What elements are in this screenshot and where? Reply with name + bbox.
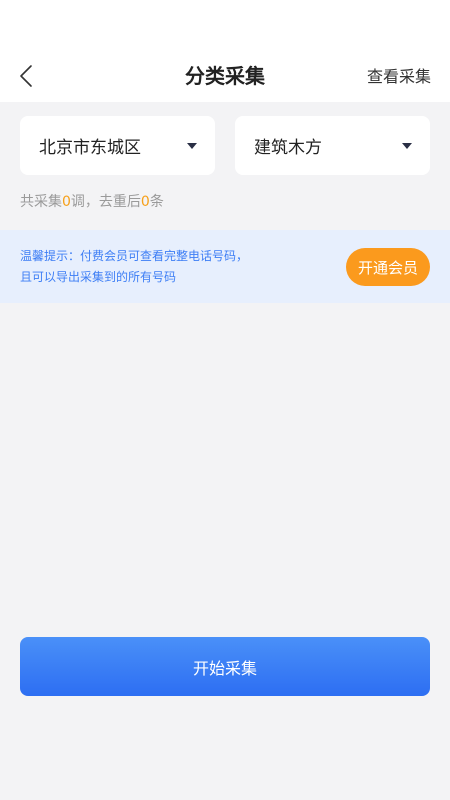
region-select-value: 北京市东城区	[39, 138, 141, 158]
caret-down-icon	[402, 142, 412, 149]
header-bar: 分类采集 查看采集	[0, 0, 450, 102]
dedup-count: 0	[140, 194, 150, 210]
region-select[interactable]: 北京市东城区	[20, 116, 215, 175]
summary-middle: 调，去重后	[70, 194, 141, 210]
summary-prefix: 共采集	[20, 194, 62, 210]
category-select[interactable]: 建筑木方	[235, 116, 430, 175]
summary-suffix: 条	[149, 194, 164, 210]
start-collection-button[interactable]: 开始采集	[20, 637, 430, 696]
open-membership-button[interactable]: 开通会员	[346, 248, 430, 286]
membership-tip-banner: 温馨提示：付费会员可查看完整电话号码， 且可以导出采集到的所有号码 开通会员	[0, 230, 450, 303]
tip-line-2: 且可以导出采集到的所有号码	[20, 270, 177, 284]
collected-count: 0	[62, 194, 71, 210]
caret-down-icon	[187, 142, 197, 149]
tip-text: 温馨提示：付费会员可查看完整电话号码， 且可以导出采集到的所有号码	[20, 246, 248, 288]
view-collection-link[interactable]: 查看采集	[367, 66, 431, 88]
collection-summary: 共采集0调，去重后0条	[20, 192, 164, 212]
tip-line-1: 温馨提示：付费会员可查看完整电话号码，	[20, 249, 249, 263]
category-select-value: 建筑木方	[254, 138, 322, 158]
